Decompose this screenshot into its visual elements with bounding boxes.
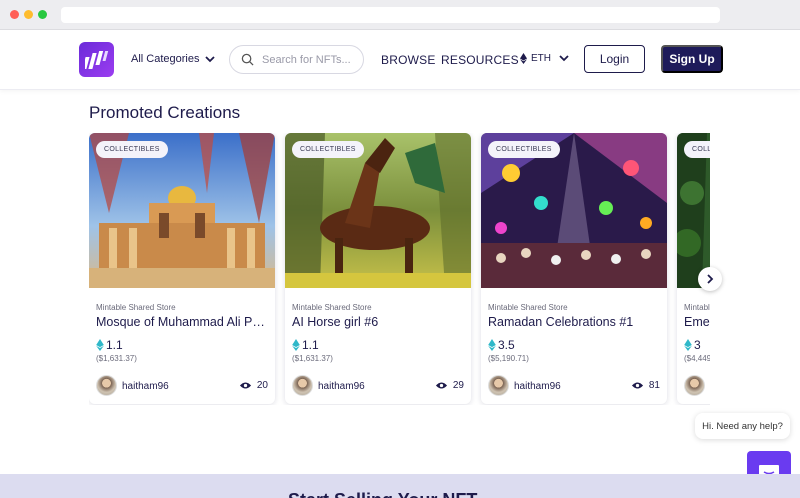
section-title: Promoted Creations [89, 103, 241, 122]
owner-name[interactable]: haitham96 [122, 381, 169, 392]
promoted-carousel: COLLECTIBLES Mintable Shared Store Mosqu… [89, 133, 710, 405]
usd-price: ($1,631.37) [292, 354, 333, 363]
maximize-window-dot[interactable] [38, 10, 47, 19]
ethereum-icon [292, 339, 300, 351]
price-value: 1.1 [106, 338, 123, 352]
eye-icon [435, 382, 447, 389]
view-count-value: 81 [648, 380, 660, 391]
usd-price: ($4,449.18) [684, 354, 710, 363]
close-window-dot[interactable] [10, 10, 19, 19]
view-count-value: 20 [256, 380, 268, 391]
view-count: 20 [239, 380, 268, 391]
nft-image[interactable]: COLLECTIBLES [89, 133, 275, 288]
signup-button[interactable]: Sign Up [661, 45, 723, 73]
price-value: 3.5 [498, 338, 515, 352]
usd-price: ($5,190.71) [488, 354, 529, 363]
ethereum-icon [96, 339, 104, 351]
nft-title[interactable]: AI Horse girl #6 [292, 315, 464, 329]
category-badge: COLLECTIBLES [96, 141, 168, 158]
price: 3.5 [488, 338, 515, 352]
chevron-right-icon [707, 274, 714, 284]
avatar[interactable] [488, 375, 509, 396]
nft-card[interactable]: COLLECTIBLES Mintable Shared Store AI Ho… [285, 133, 471, 404]
currency-selector[interactable]: ETH [520, 53, 569, 64]
nft-card[interactable]: COLLECTIBLES Mintable Shared Store Mosqu… [89, 133, 275, 404]
site-header: All Categories BROWSE RESOURCES ETH Logi… [0, 30, 800, 90]
eye-icon [239, 382, 251, 389]
category-badge: COLLECTIBLES [488, 141, 560, 158]
logo-mark-icon [84, 50, 108, 69]
chat-greeting-bubble[interactable]: Hi. Need any help? [695, 413, 790, 439]
nft-title[interactable]: Mosque of Muhammad Ali Pasha [96, 315, 268, 329]
store-name[interactable]: Mintable Shared Store [292, 303, 372, 312]
chevron-down-icon [205, 55, 216, 62]
nft-image[interactable]: COLLECTIBLES [481, 133, 667, 288]
category-label: All Categories [131, 53, 200, 65]
price: 3 [684, 338, 701, 352]
currency-label: ETH [531, 53, 551, 64]
minimize-window-dot[interactable] [24, 10, 33, 19]
eye-icon [631, 382, 643, 389]
nft-image[interactable]: COLLECTIBLES [285, 133, 471, 288]
price-value: 1.1 [302, 338, 319, 352]
browser-chrome [0, 0, 800, 30]
owner-name[interactable]: haitham96 [318, 381, 365, 392]
address-bar[interactable] [61, 7, 720, 23]
category-badge: COLLECTIBLES [684, 141, 710, 158]
usd-price: ($1,631.37) [96, 354, 137, 363]
store-name[interactable]: Mintable Shared Store [684, 303, 710, 312]
avatar[interactable] [292, 375, 313, 396]
chevron-down-icon [559, 55, 569, 62]
login-button[interactable]: Login [584, 45, 645, 73]
ethereum-icon [684, 339, 692, 351]
sell-nft-banner: Start Selling Your NFT [0, 474, 800, 498]
nft-title[interactable]: Emerald [684, 315, 710, 329]
price-value: 3 [694, 338, 701, 352]
avatar[interactable] [96, 375, 117, 396]
search-input[interactable] [262, 53, 352, 66]
avatar[interactable] [684, 375, 705, 396]
search-box[interactable] [229, 45, 364, 74]
ethereum-icon [488, 339, 496, 351]
view-count-value: 29 [452, 380, 464, 391]
nft-image[interactable]: COLLECTIBLES [677, 133, 710, 288]
category-badge: COLLECTIBLES [292, 141, 364, 158]
carousel-next-button[interactable] [698, 267, 722, 291]
nft-card[interactable]: COLLECTIBLES Mintable Shared Store Ramad… [481, 133, 667, 404]
price: 1.1 [292, 338, 319, 352]
mintable-logo[interactable] [79, 42, 114, 77]
view-count: 29 [435, 380, 464, 391]
nft-title[interactable]: Ramadan Celebrations #1 [488, 315, 660, 329]
owner-name[interactable]: haitham96 [514, 381, 561, 392]
category-dropdown[interactable]: All Categories [131, 53, 216, 65]
price: 1.1 [96, 338, 123, 352]
store-name[interactable]: Mintable Shared Store [488, 303, 568, 312]
nav-resources-link[interactable]: RESOURCES [441, 53, 519, 67]
ethereum-icon [520, 53, 527, 64]
nav-browse-link[interactable]: BROWSE [381, 53, 436, 67]
banner-title: Start Selling Your NFT [288, 490, 477, 498]
store-name[interactable]: Mintable Shared Store [96, 303, 176, 312]
view-count: 81 [631, 380, 660, 391]
search-icon [241, 53, 254, 66]
